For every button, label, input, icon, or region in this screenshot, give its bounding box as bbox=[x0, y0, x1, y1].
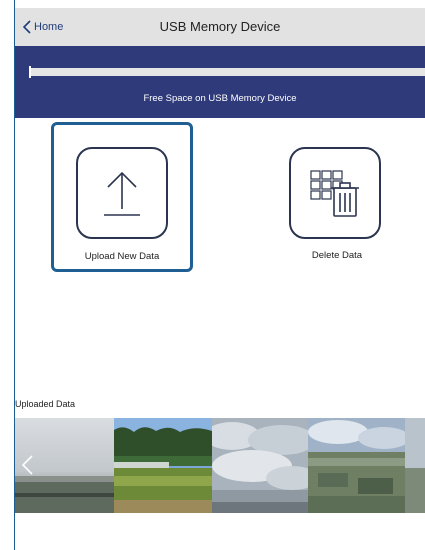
free-space-label: Free Space on USB Memory Device bbox=[143, 93, 297, 104]
gallery-previous-arrow-icon[interactable] bbox=[20, 454, 36, 476]
delete-data-label: Delete Data bbox=[311, 250, 363, 261]
upload-new-data-button[interactable]: Upload New Data bbox=[51, 122, 193, 272]
free-space-bar-marker bbox=[29, 66, 31, 78]
grid-trash-icon bbox=[310, 170, 359, 217]
delete-icon-box bbox=[289, 147, 381, 239]
thumbnail-image[interactable] bbox=[114, 418, 212, 513]
thumbnail-image[interactable] bbox=[212, 418, 308, 513]
upload-icon-box bbox=[76, 147, 168, 239]
delete-data-button[interactable]: Delete Data bbox=[266, 122, 408, 272]
upload-arrow-icon bbox=[104, 171, 140, 216]
thumbnail-image[interactable] bbox=[308, 418, 405, 513]
storage-panel: Free Space on USB Memory Device bbox=[15, 46, 425, 118]
page-title: USB Memory Device bbox=[159, 19, 281, 34]
thumbnail-image[interactable] bbox=[405, 418, 425, 513]
uploaded-data-label: Uploaded Data bbox=[15, 399, 76, 409]
uploaded-thumbnail-strip bbox=[15, 418, 425, 513]
upload-new-data-label: Upload New Data bbox=[84, 251, 160, 262]
free-space-bar bbox=[29, 66, 425, 78]
header-bar: Home USB Memory Device bbox=[15, 8, 425, 46]
